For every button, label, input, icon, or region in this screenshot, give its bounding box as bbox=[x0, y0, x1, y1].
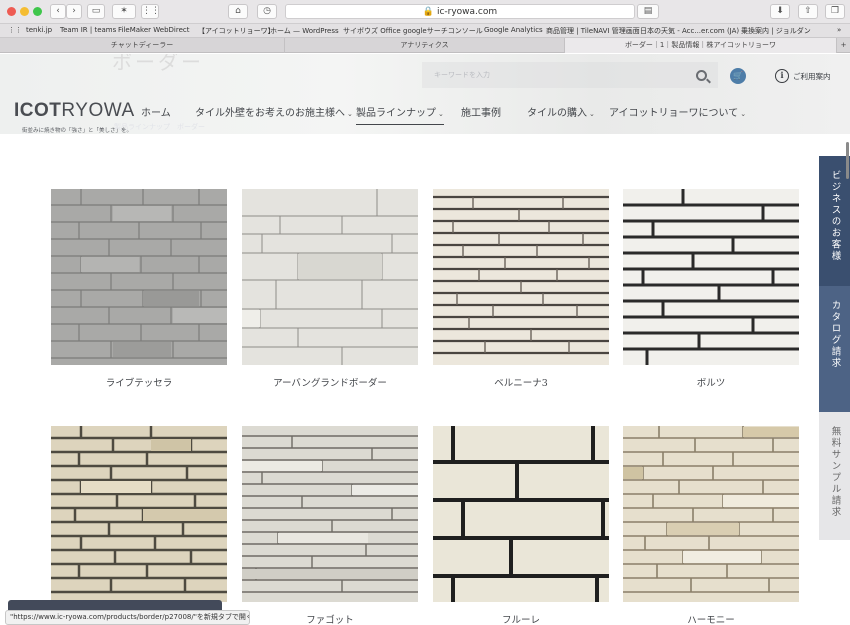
guide-link[interactable]: ご利用案内 bbox=[793, 71, 831, 82]
chevron-down-icon: ⌄ bbox=[589, 110, 595, 118]
nav-label: 製品ラインナップ bbox=[356, 108, 436, 119]
cart-icon[interactable]: 🛒 bbox=[730, 68, 746, 84]
site-logo[interactable]: ICOTRYOWA bbox=[14, 100, 135, 122]
nav-about[interactable]: アイコットリョーワについて ⌄ bbox=[609, 104, 746, 119]
nav-label: アイコットリョーワについて bbox=[609, 108, 739, 119]
bookmark-item[interactable]: FileMaker WebDirect bbox=[118, 26, 189, 34]
product-name: ハーモニー bbox=[687, 615, 735, 625]
product-name: フルーレ bbox=[501, 615, 540, 625]
nav-purchase[interactable]: タイルの購入 ⌄ bbox=[527, 104, 595, 119]
sidebar-toggle-icon[interactable]: ▭ bbox=[87, 4, 105, 19]
grid-view-icon[interactable]: ⋮⋮ bbox=[141, 4, 160, 19]
product-tile-image bbox=[623, 189, 799, 365]
status-bar-url: "https://www.ic-ryowa.com/products/borde… bbox=[5, 610, 250, 625]
bookmarks-grid-icon[interactable]: ⋮⋮ bbox=[8, 26, 22, 34]
nav-cases[interactable]: 施工事例 bbox=[461, 104, 501, 119]
bookmark-item[interactable]: 商品管理 | TileNAVI 管理画面 bbox=[546, 26, 640, 36]
product-tile-image bbox=[51, 189, 227, 365]
nav-label: ホーム bbox=[141, 108, 171, 119]
chevron-down-icon: ⌄ bbox=[347, 110, 353, 118]
product-card[interactable]: ボルツ bbox=[623, 189, 799, 389]
browser-toolbar: ‹ › ▭ ✶ ⋮⋮ ⌂ ◷ 🔒 ic-ryowa.com ▤ ⬇ ⇧ ❐ bbox=[0, 0, 850, 24]
zoom-window-button[interactable] bbox=[33, 7, 42, 16]
reader-icon[interactable]: ▤ bbox=[637, 4, 659, 19]
nav-label: 施工事例 bbox=[461, 108, 501, 119]
bookmarks-bar: ⋮⋮ tenki.jp Team IR | teams FileMaker We… bbox=[0, 24, 850, 38]
bookmark-item[interactable]: Google Analytics bbox=[484, 26, 543, 34]
product-name: ベルニーナ3 bbox=[494, 378, 548, 389]
browser-tab-active[interactable]: ボーダー｜1｜製品情報｜株アイコットリョーワ bbox=[565, 38, 837, 53]
product-tile-image bbox=[433, 426, 609, 602]
logo-light: RYOWA bbox=[61, 100, 135, 121]
download-icon[interactable]: ⬇ bbox=[770, 4, 790, 19]
bookmark-item[interactable]: 日本の天気 - Acc...er.com (JA) bbox=[640, 26, 739, 36]
product-card[interactable]: ハーモニー bbox=[623, 426, 799, 625]
tab-bar: チャットディーラー アナリティクス ボーダー｜1｜製品情報｜株アイコットリョーワ… bbox=[0, 38, 850, 53]
logo-tagline: 街並みに焼き物の「強さ」と「美しさ」を。 bbox=[22, 128, 133, 134]
chevron-down-icon: ⌄ bbox=[740, 110, 747, 118]
search-icon[interactable] bbox=[696, 70, 707, 81]
bookmark-item[interactable]: googleサーチコンソール bbox=[403, 26, 483, 36]
product-card[interactable]: ライブテッセラ bbox=[51, 189, 227, 389]
nav-label: タイル外壁をお考えのお施主様へ bbox=[195, 108, 345, 119]
back-button[interactable]: ‹ bbox=[50, 4, 66, 19]
product-card[interactable]: フルーレ bbox=[433, 426, 609, 625]
new-tab-icon[interactable]: + bbox=[837, 38, 850, 53]
minimize-window-button[interactable] bbox=[20, 7, 29, 16]
product-tile-image bbox=[242, 189, 418, 365]
product-tile-image bbox=[242, 426, 418, 602]
product-tile-image bbox=[51, 426, 227, 602]
product-tile-image bbox=[433, 189, 609, 365]
page-title: ボーダー bbox=[112, 54, 204, 74]
scrollbar-thumb[interactable] bbox=[846, 142, 849, 179]
bookmark-item[interactable]: Team IR | teams bbox=[60, 26, 116, 34]
share-icon[interactable]: ⇧ bbox=[798, 4, 818, 19]
side-tab-catalog[interactable]: カタログ請求 bbox=[819, 286, 850, 412]
lock-icon: 🔒 bbox=[422, 7, 435, 17]
product-card[interactable]: ファゴット bbox=[242, 426, 418, 625]
bookmark-item[interactable]: tenki.jp bbox=[26, 26, 52, 34]
web-page: ボーダー 製品ラインナップ ボーダー ICOTRYOWA 街並みに焼き物の「強さ… bbox=[0, 54, 850, 625]
nav-homeowners[interactable]: タイル外壁をお考えのお施主様へ ⌄ bbox=[195, 104, 353, 119]
bookmark-item[interactable]: 【アイコットリョーワ】 bbox=[198, 26, 275, 36]
browser-tab[interactable]: アナリティクス bbox=[285, 38, 565, 53]
url-text: ic-ryowa.com bbox=[436, 7, 498, 17]
product-name: ファゴット bbox=[306, 615, 354, 625]
product-name: ライブテッセラ bbox=[105, 378, 173, 389]
info-icon[interactable]: i bbox=[775, 69, 789, 83]
tabs-overview-icon[interactable]: ❐ bbox=[825, 4, 845, 19]
product-name: アーバングランドボーダー bbox=[273, 378, 387, 389]
home-icon[interactable]: ⌂ bbox=[228, 4, 248, 19]
logo-bold: ICOT bbox=[14, 100, 62, 121]
bookmark-item[interactable]: 乗換案内 | ジョルダン bbox=[741, 26, 821, 36]
product-name: ボルツ bbox=[696, 378, 726, 389]
product-tile-image bbox=[623, 426, 799, 602]
browser-tab[interactable]: チャットディーラー bbox=[0, 38, 285, 53]
bookmark-item[interactable]: サイボウズ Office bbox=[343, 26, 401, 36]
chevron-down-icon: ⌄ bbox=[438, 110, 444, 118]
history-icon[interactable]: ◷ bbox=[257, 4, 277, 19]
product-card[interactable]: ベルニーナ3 bbox=[433, 189, 609, 389]
product-card[interactable] bbox=[51, 426, 227, 612]
more-bookmarks-icon[interactable]: » bbox=[837, 26, 841, 34]
share-extension-icon[interactable]: ✶ bbox=[112, 4, 136, 19]
nav-label: タイルの購入 bbox=[527, 108, 587, 119]
nav-home[interactable]: ホーム bbox=[141, 104, 171, 119]
side-tab-sample[interactable]: 無料サンプル請求 bbox=[819, 412, 850, 540]
product-card[interactable]: アーバングランドボーダー bbox=[242, 189, 418, 389]
nav-products[interactable]: 製品ラインナップ ⌄ bbox=[356, 104, 444, 125]
bookmark-item[interactable]: ホーム — WordPress bbox=[270, 26, 339, 36]
forward-button[interactable]: › bbox=[66, 4, 82, 19]
address-bar[interactable]: 🔒 ic-ryowa.com bbox=[285, 4, 635, 19]
close-window-button[interactable] bbox=[7, 7, 16, 16]
search-input[interactable]: キーワードを入力 bbox=[422, 62, 718, 88]
